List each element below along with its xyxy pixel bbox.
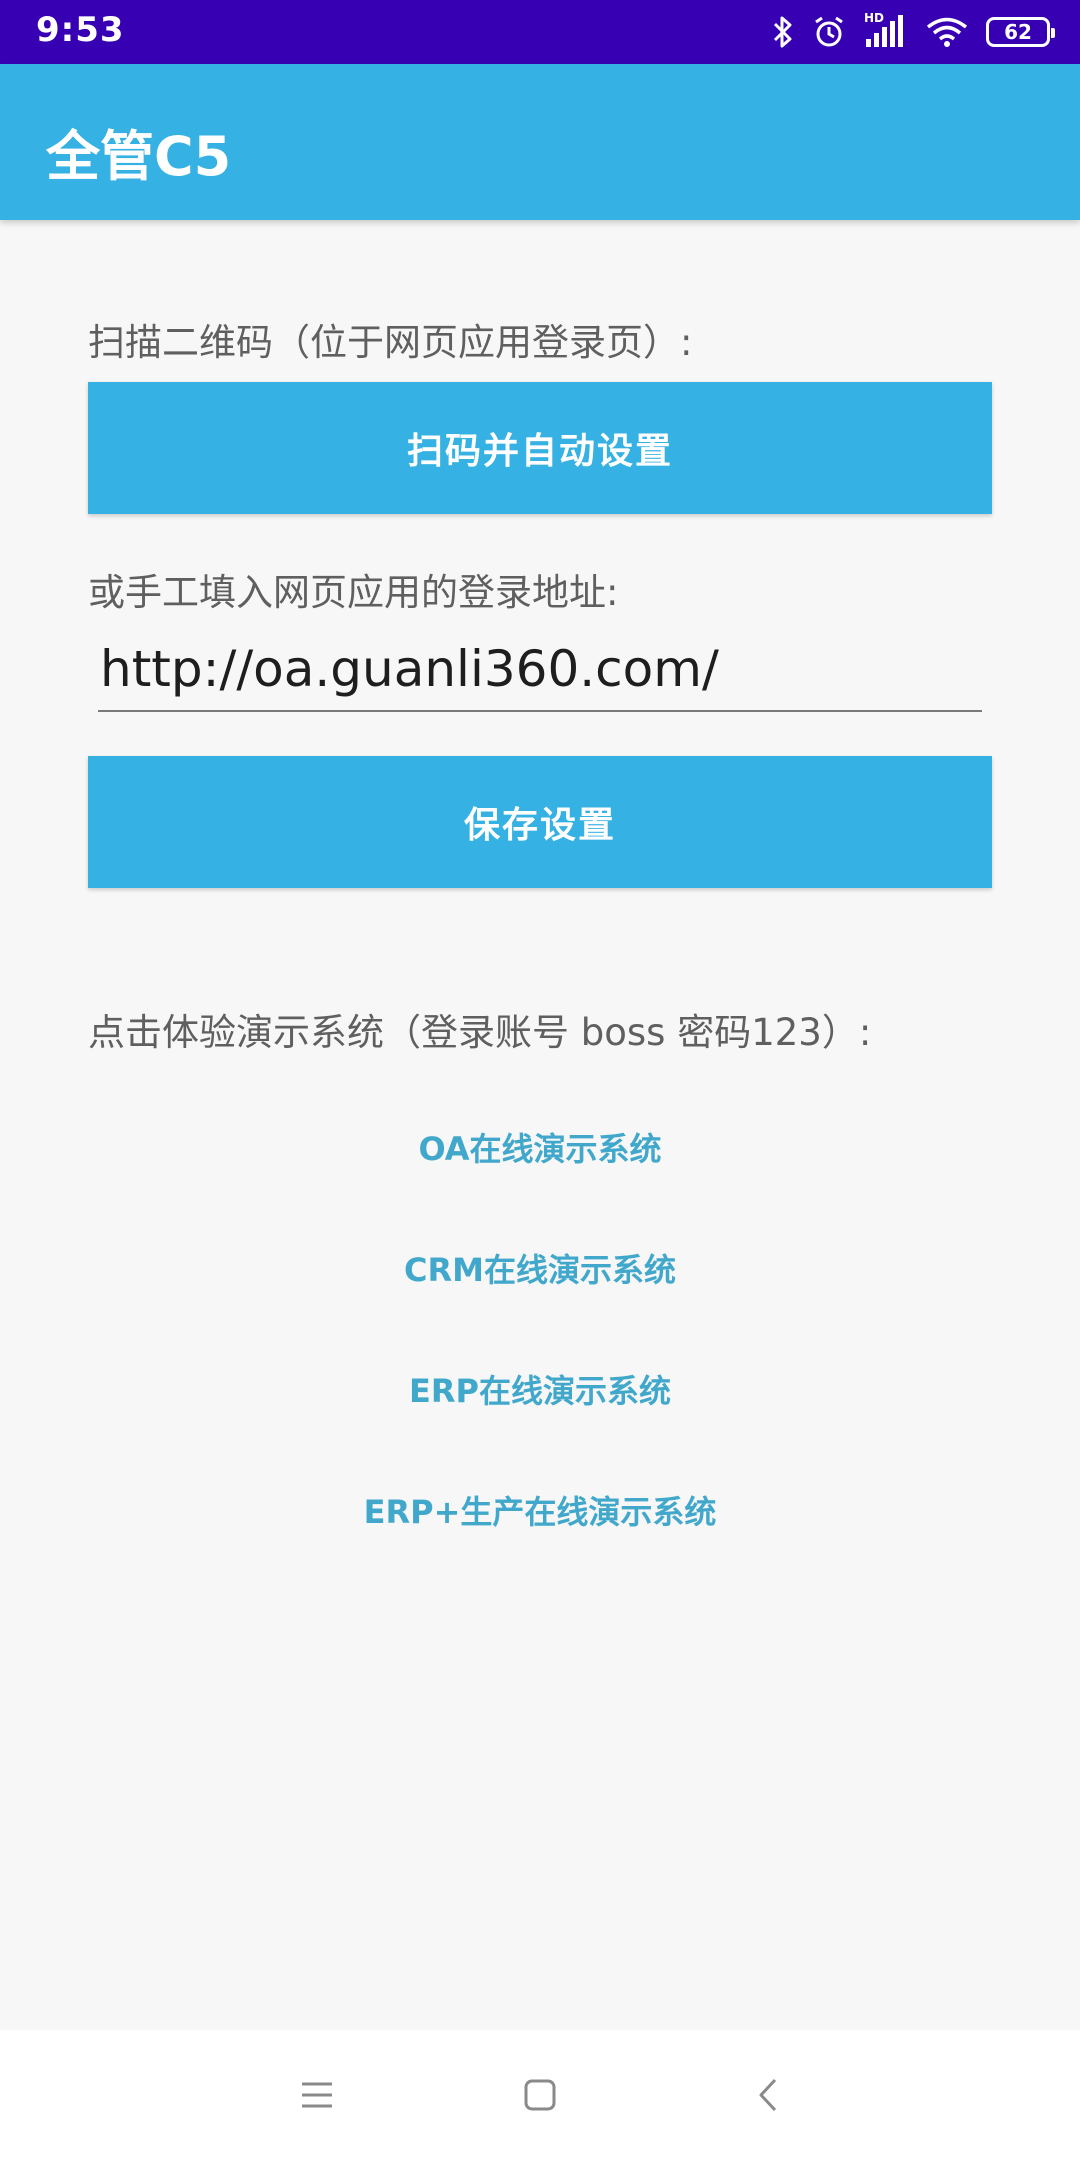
app-title: 全管C5 xyxy=(46,125,232,188)
status-time: 9:53 xyxy=(36,10,125,50)
hd-signal-icon: HD xyxy=(864,11,908,49)
manual-url-label: 或手工填入网页应用的登录地址: xyxy=(88,571,619,614)
save-settings-button[interactable]: 保存设置 xyxy=(88,756,992,888)
menu-icon[interactable] xyxy=(282,2060,352,2130)
alarm-icon xyxy=(812,15,846,49)
battery-level: 62 xyxy=(1004,20,1032,44)
login-url-input[interactable]: http://oa.guanli360.com/ xyxy=(98,640,982,712)
app-bar: 全管C5 xyxy=(0,64,1080,220)
demo-link-crm[interactable]: CRM在线演示系统 xyxy=(0,1245,1080,1291)
back-icon[interactable] xyxy=(733,2060,803,2130)
demo-label: 点击体验演示系统（登录账号 boss 密码123）: xyxy=(88,1011,872,1054)
bluetooth-icon xyxy=(772,15,794,49)
scan-label: 扫描二维码（位于网页应用登录页）: xyxy=(88,321,693,364)
scan-auto-setup-button[interactable]: 扫码并自动设置 xyxy=(88,382,992,514)
screen: 9:53 HD 62 全管C5 扫描二维码（位于网页应用登录页）: 扫码并自动设… xyxy=(0,0,1080,2160)
demo-link-erp[interactable]: ERP在线演示系统 xyxy=(0,1366,1080,1412)
status-bar: 9:53 HD 62 xyxy=(0,0,1080,64)
navigation-bar xyxy=(0,2030,1080,2160)
demo-link-oa[interactable]: OA在线演示系统 xyxy=(0,1124,1080,1170)
status-icons: HD 62 xyxy=(772,11,1055,52)
demo-link-erp-production[interactable]: ERP+生产在线演示系统 xyxy=(0,1487,1080,1533)
login-url-value: http://oa.guanli360.com/ xyxy=(100,640,719,698)
home-icon[interactable] xyxy=(505,2060,575,2130)
battery-icon: 62 xyxy=(986,17,1055,47)
wifi-icon xyxy=(926,16,968,48)
